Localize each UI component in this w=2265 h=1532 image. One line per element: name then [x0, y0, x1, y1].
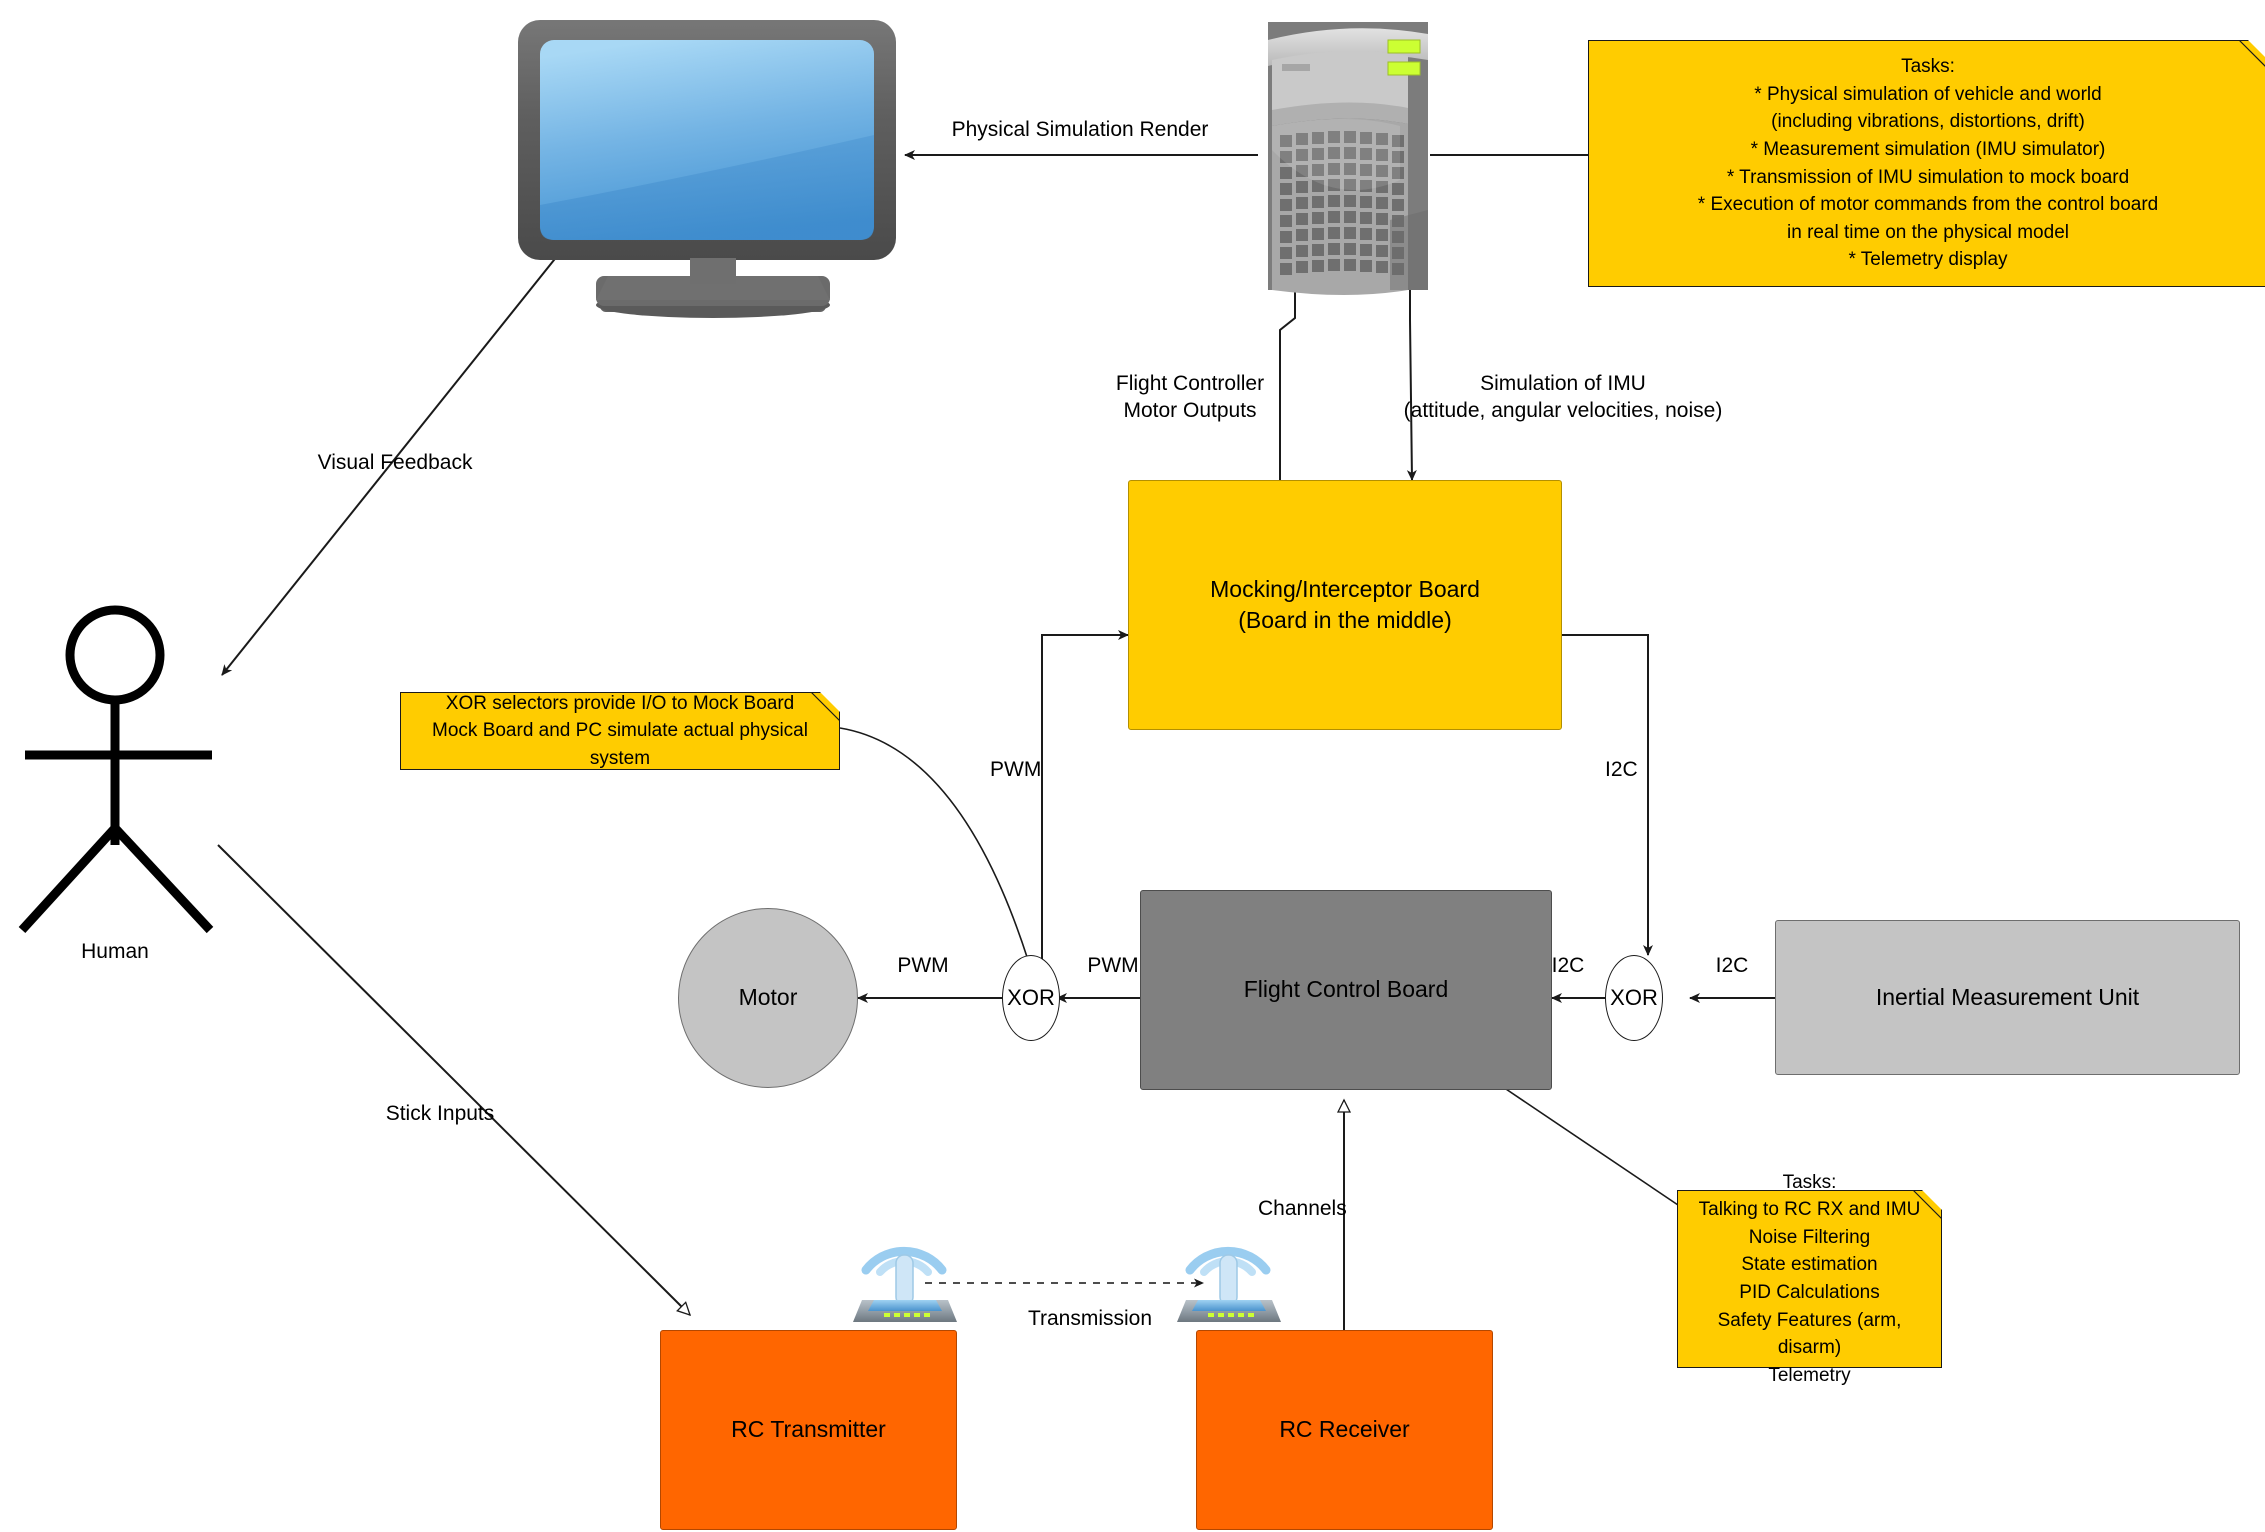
wifi-router-icon-rx	[1177, 1246, 1281, 1322]
edge-label-channels: Channels	[1258, 1197, 1347, 1220]
node-xor-right[interactable]: XOR	[1605, 955, 1663, 1041]
edge-label-pwm-motor: PWM	[897, 954, 949, 977]
edge-label-stick-inputs: Stick Inputs	[385, 1102, 495, 1125]
monitor-icon	[518, 20, 896, 318]
edge-label-visual-feedback: Visual Feedback	[317, 451, 473, 474]
note-xor-selectors-text: XOR selectors provide I/O to Mock Board …	[432, 692, 808, 769]
edge-label-flight-controller-motor-outputs: Flight Controller Motor Outputs	[1115, 372, 1265, 423]
diagram-canvas: Mocking/Interceptor Board (Board in the …	[0, 0, 2265, 1532]
edge-label-simulation-of-imu: Simulation of IMU (attitude, angular vel…	[1403, 372, 1723, 423]
note-fcb-tasks-text: Tasks: Talking to RC RX and IMU Noise Fi…	[1698, 1171, 1921, 1386]
node-rc-receiver[interactable]: RC Receiver	[1196, 1330, 1493, 1530]
note-fold-icon	[820, 692, 840, 712]
node-rc-transmitter[interactable]: RC Transmitter	[660, 1330, 957, 1530]
edge-label-i2c-imu: I2C	[1715, 954, 1749, 977]
node-motor[interactable]: Motor	[678, 908, 858, 1088]
edge-label-physical-simulation-render: Physical Simulation Render	[951, 118, 1209, 141]
note-xor-selectors: XOR selectors provide I/O to Mock Board …	[400, 692, 840, 770]
note-pc-tasks: Tasks: * Physical simulation of vehicle …	[1588, 40, 2265, 287]
edge-label-pwm-fcb: PWM	[1087, 954, 1139, 977]
node-mocking-interceptor-board[interactable]: Mocking/Interceptor Board (Board in the …	[1128, 480, 1562, 730]
edge-label-pwm-vertical: PWM	[990, 758, 1042, 781]
stick-figure-icon	[18, 605, 214, 934]
node-xor-left[interactable]: XOR	[1002, 955, 1060, 1041]
edge-label-i2c-vertical: I2C	[1605, 758, 1638, 781]
wifi-router-icon-tx	[853, 1246, 957, 1322]
note-fold-icon	[2248, 40, 2265, 60]
server-tower-icon	[1268, 22, 1428, 295]
node-inertial-measurement-unit[interactable]: Inertial Measurement Unit	[1775, 920, 2240, 1075]
node-flight-control-board[interactable]: Flight Control Board	[1140, 890, 1552, 1090]
note-fold-icon	[1922, 1190, 1942, 1210]
edge-label-i2c-fcb: I2C	[1551, 954, 1585, 977]
note-fcb-tasks: Tasks: Talking to RC RX and IMU Noise Fi…	[1677, 1172, 1942, 1386]
human-label: Human	[81, 940, 149, 963]
edge-label-transmission: Transmission	[1027, 1307, 1153, 1330]
note-pc-tasks-text: Tasks: * Physical simulation of vehicle …	[1697, 56, 2159, 271]
